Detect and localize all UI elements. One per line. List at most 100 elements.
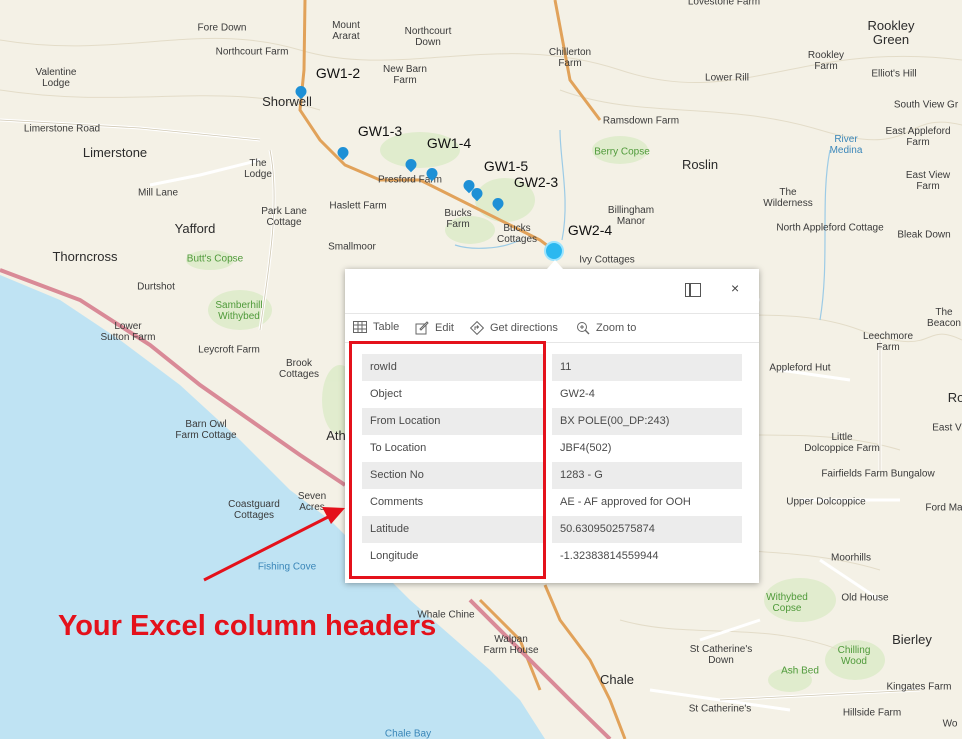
popup-header: × [345,269,759,314]
attribute-value: -1.32383814559944 [560,550,659,562]
place-label: Park Lane Cottage [261,206,307,228]
directions-label: Get directions [490,322,558,334]
place-label: Ash Bed [781,665,819,677]
place-label: Northcourt Down [404,26,452,48]
place-label: Fairfields Farm Bungalow [821,468,935,480]
place-label: Hillside Farm [842,707,902,719]
table-label: Table [373,321,400,333]
place-label: Ramsdown Farm [602,115,680,127]
place-label: Haslett Farm [329,200,387,212]
highlight-box [349,341,546,579]
table-action[interactable]: Table [353,321,399,333]
place-label: Moorhills [830,552,872,564]
feature-label: GW2-4 [567,222,613,238]
place-label: Fishing Cove [257,561,317,573]
edit-label: Edit [435,322,454,334]
attribute-value: AE - AF approved for OOH [560,496,691,508]
place-label: Samberhill Withybed [215,300,263,322]
place-label: River Medina [829,134,863,156]
place-label: Mill Lane [137,187,179,199]
attribute-value: JBF4(502) [560,442,612,454]
popup-pointer [547,260,563,269]
feature-label: GW1-2 [315,65,361,81]
place-label: Billingham Manor [607,205,655,227]
place-label: Thorncross [52,249,118,264]
place-label: Chillerton Farm [548,47,592,69]
place-label: Butt's Copse [186,253,244,265]
place-label: Brook Cottages [278,358,320,380]
place-label: Bucks Farm [444,208,472,230]
place-label: Mount Ararat [332,20,360,42]
place-label: Limerstone Road [23,123,101,135]
place-label: Chilling Wood [837,645,871,667]
place-label: East Vi [932,422,962,434]
place-label: Bucks Cottages [496,223,538,245]
place-label: Durtshot [137,281,175,293]
place-label: Leycroft Farm [198,344,260,356]
feature-label: GW1-5 [483,158,529,174]
place-label: Rookley Green [867,18,915,47]
directions-action[interactable]: Get directions [470,321,558,335]
attribute-value: 11 [552,354,742,381]
place-label: Yafford [174,221,216,236]
place-label: Ford Ma [925,502,962,514]
zoom-icon [577,322,590,335]
callout-text: Your Excel column headers [58,610,437,642]
edit-action[interactable]: Edit [415,321,454,335]
feature-label: GW1-4 [426,135,472,151]
place-label: Chale [600,672,634,687]
dock-icon[interactable] [685,283,701,297]
place-label: Barn Owl Farm Cottage [175,419,237,441]
feature-label: GW1-3 [357,123,403,139]
place-label: East Appleford Farm [885,126,951,148]
place-label: Chale Bay [384,728,432,739]
place-label: Ivy Cottages [579,254,635,266]
place-label: Wo [942,718,958,730]
place-label: Ro [947,390,962,405]
zoom-action[interactable]: Zoom to [576,321,636,335]
place-label: St Catherine's [688,703,752,715]
place-label: Shorwell [262,94,312,109]
attribute-value: 1283 - G [552,462,742,489]
place-label: East View Farm [905,170,951,192]
place-label: The Lodge [244,158,272,180]
close-icon[interactable]: × [731,281,739,295]
place-label: Upper Dolcoppice [786,496,866,508]
place-label: Seven Acres [297,491,327,513]
place-label: St Catherine's Down [689,644,753,666]
place-label: Withybed Copse [766,592,808,614]
place-label: The Wilderness [763,187,813,209]
attribute-value: GW2-4 [560,388,595,400]
edit-icon [415,321,429,335]
attribute-value: BX POLE(00_DP:243) [552,408,742,435]
place-label: Lower Sutton Farm [100,321,156,343]
place-label: Limerstone [82,145,148,160]
place-label: South View Gr [893,99,959,111]
place-label: Ath [326,428,346,443]
directions-icon [470,321,484,335]
place-label: Berry Copse [594,146,650,158]
table-icon [353,321,367,333]
place-label: Walpan Farm House [483,634,539,656]
place-label: Lower Rill [705,72,749,84]
place-label: Rookley Farm [807,50,845,72]
selected-marker[interactable] [544,241,564,261]
place-label: North Appleford Cottage [776,222,884,234]
place-label: Kingates Farm [886,681,952,693]
place-label: Elliot's Hill [871,68,917,80]
place-label: Northcourt Farm [215,46,289,58]
place-label: Smallmoor [328,241,376,253]
place-label: Fore Down [197,22,247,34]
feature-label: GW2-3 [513,174,559,190]
place-label: Little Dolcoppice Farm [804,432,880,454]
place-label: Lovestone Farm [687,0,761,8]
place-label: Appleford Hut [769,362,831,374]
place-label: Roslin [681,157,719,172]
place-label: The Beacon [927,307,961,329]
place-label: Bleak Down [897,229,951,241]
place-label: Leechmore Farm [862,331,914,353]
popup-actions: Table Edit Get directions Zoom to [345,314,759,343]
attribute-value: 50.6309502575874 [552,516,742,543]
place-label: New Barn Farm [383,64,427,86]
place-label: Old House [841,592,889,604]
